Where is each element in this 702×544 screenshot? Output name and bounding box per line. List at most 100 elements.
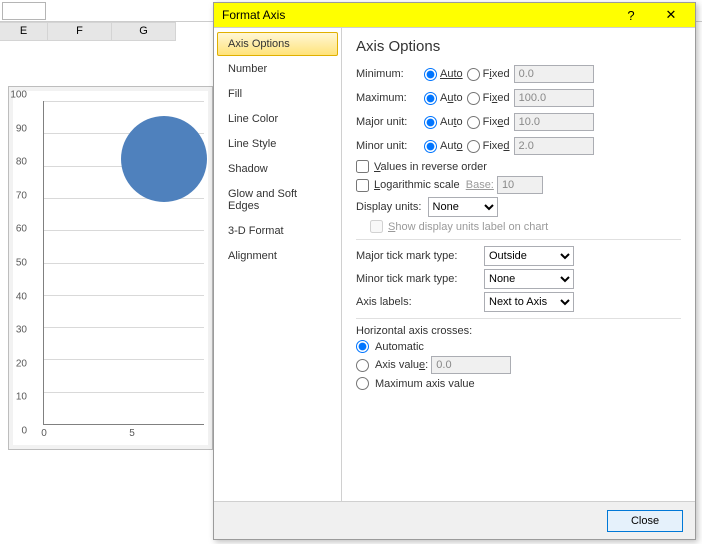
y-tick-label: 10 xyxy=(16,392,27,403)
gridline xyxy=(44,230,204,231)
radio-label: Automatic xyxy=(375,341,424,353)
y-tick-label: 20 xyxy=(16,358,27,369)
maximum-fixed-radio[interactable]: Fixed xyxy=(467,92,510,105)
radio-label: Fixed xyxy=(483,116,510,128)
nav-shadow[interactable]: Shadow xyxy=(217,157,338,181)
separator xyxy=(356,318,681,319)
nav-glow[interactable]: Glow and Soft Edges xyxy=(217,182,338,218)
radio-label: Maximum axis value xyxy=(375,378,475,390)
titlebar[interactable]: Format Axis ? ✕ xyxy=(214,3,695,27)
crosses-value-label: Axis value: xyxy=(375,359,428,371)
reverse-order-checkbox[interactable]: Values in reverse order xyxy=(356,160,681,173)
checkbox-label: Logarithmic scale xyxy=(374,179,460,191)
crosses-value-radio[interactable] xyxy=(356,359,369,372)
radio-label: Auto xyxy=(440,116,463,128)
major-fixed-radio[interactable]: Fixed xyxy=(467,116,510,129)
help-button[interactable]: ? xyxy=(611,8,651,23)
crosses-automatic-radio[interactable]: Automatic xyxy=(356,340,681,353)
y-tick-label: 0 xyxy=(21,426,27,437)
format-axis-dialog: Format Axis ? ✕ Axis Options Number Fill… xyxy=(213,2,696,540)
chart-plot-area: 100 90 80 70 60 50 40 30 20 10 0 xyxy=(31,101,204,425)
x-tick-label: 5 xyxy=(129,428,135,439)
minor-unit-label: Minor unit: xyxy=(356,140,424,152)
radio-label: Fixed xyxy=(483,68,510,80)
log-base-input[interactable] xyxy=(497,176,543,194)
y-tick-label: 60 xyxy=(16,224,27,235)
gridline xyxy=(44,392,204,393)
major-unit-input[interactable] xyxy=(514,113,594,131)
close-icon[interactable]: ✕ xyxy=(651,7,691,23)
display-units-label: Display units: xyxy=(356,201,421,213)
minor-tick-label: Minor tick mark type: xyxy=(356,273,484,285)
checkbox-label: Show display units label on chart xyxy=(388,221,548,233)
crosses-group: Horizontal axis crosses: Automatic Axis … xyxy=(356,325,681,390)
major-tick-label: Major tick mark type: xyxy=(356,250,484,262)
axis-labels-select[interactable]: Next to Axis xyxy=(484,292,574,312)
minor-unit-input[interactable] xyxy=(514,137,594,155)
show-display-units-label-checkbox: Show display units label on chart xyxy=(370,220,681,233)
gridline xyxy=(44,101,204,102)
minor-auto-radio[interactable]: Auto xyxy=(424,140,463,153)
radio-label: Auto xyxy=(440,68,463,80)
log-scale-checkbox[interactable] xyxy=(356,179,369,192)
chart-plot: 0 5 xyxy=(43,101,204,425)
gridline xyxy=(44,295,204,296)
y-tick-label: 80 xyxy=(16,157,27,168)
maximum-value-input[interactable] xyxy=(514,89,594,107)
major-unit-label: Major unit: xyxy=(356,116,424,128)
radio-label: Auto xyxy=(440,140,463,152)
axis-options-panel: Axis Options Minimum: Auto Fixed Maximum… xyxy=(342,28,695,501)
minimum-label: Minimum: xyxy=(356,68,424,80)
minimum-fixed-radio[interactable]: Fixed xyxy=(467,68,510,81)
base-label: Base: xyxy=(466,179,494,191)
nav-axis-options[interactable]: Axis Options xyxy=(217,32,338,56)
nav-alignment[interactable]: Alignment xyxy=(217,244,338,268)
nav-line-color[interactable]: Line Color xyxy=(217,107,338,131)
radio-label: Fixed xyxy=(483,92,510,104)
nav-line-style[interactable]: Line Style xyxy=(217,132,338,156)
close-button[interactable]: Close xyxy=(607,510,683,532)
maximum-auto-radio[interactable]: Auto xyxy=(424,92,463,105)
gridline xyxy=(44,359,204,360)
column-headers: E F G xyxy=(0,22,176,41)
col-header[interactable]: E xyxy=(0,22,48,41)
panel-heading: Axis Options xyxy=(356,38,681,55)
gridline xyxy=(44,327,204,328)
name-box[interactable] xyxy=(2,2,46,20)
category-nav: Axis Options Number Fill Line Color Line… xyxy=(214,28,342,501)
y-tick-label: 70 xyxy=(16,190,27,201)
minor-tick-select[interactable]: None xyxy=(484,269,574,289)
separator xyxy=(356,239,681,240)
nav-number[interactable]: Number xyxy=(217,57,338,81)
crosses-value-input[interactable] xyxy=(431,356,511,374)
nav-3d-format[interactable]: 3-D Format xyxy=(217,219,338,243)
major-auto-radio[interactable]: Auto xyxy=(424,116,463,129)
y-tick-label: 30 xyxy=(16,325,27,336)
col-header[interactable]: G xyxy=(112,22,176,41)
minimum-auto-radio[interactable]: Auto xyxy=(424,68,463,81)
y-tick-label: 40 xyxy=(16,291,27,302)
axis-labels-label: Axis labels: xyxy=(356,296,484,308)
y-tick-label: 50 xyxy=(16,258,27,269)
y-tick-label: 90 xyxy=(16,123,27,134)
chart-y-axis: 100 90 80 70 60 50 40 30 20 10 0 xyxy=(9,95,31,431)
maximum-label: Maximum: xyxy=(356,92,424,104)
crosses-max-radio[interactable]: Maximum axis value xyxy=(356,377,681,390)
nav-fill[interactable]: Fill xyxy=(217,82,338,106)
major-tick-select[interactable]: Outside xyxy=(484,246,574,266)
dialog-footer: Close xyxy=(214,501,695,539)
display-units-select[interactable]: None xyxy=(428,197,498,217)
dialog-title: Format Axis xyxy=(218,8,611,22)
col-header[interactable]: F xyxy=(48,22,112,41)
radio-label: Fixed xyxy=(483,140,510,152)
minor-fixed-radio[interactable]: Fixed xyxy=(467,140,510,153)
chart-object[interactable]: 100 90 80 70 60 50 40 30 20 10 0 xyxy=(8,86,213,450)
crosses-heading: Horizontal axis crosses: xyxy=(356,325,681,337)
checkbox-label: Values in reverse order xyxy=(374,161,487,173)
chart-bubble[interactable] xyxy=(121,116,207,202)
minimum-value-input[interactable] xyxy=(514,65,594,83)
gridline xyxy=(44,263,204,264)
log-scale-row: Logarithmic scale Base: xyxy=(356,176,681,194)
y-tick-label: 100 xyxy=(10,90,27,101)
radio-label: Auto xyxy=(440,92,463,104)
